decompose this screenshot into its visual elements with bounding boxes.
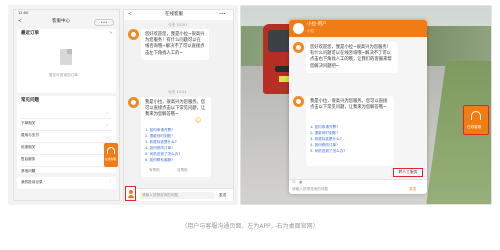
status-bar: 12:00 xyxy=(14,10,119,17)
smile-icon[interactable]: ☺ xyxy=(292,180,296,185)
faq-item[interactable]: 优惠相关 › xyxy=(21,133,112,149)
floating-service-button[interactable]: 在线客服 xyxy=(104,143,118,167)
empty-orders-icon-fold xyxy=(67,49,72,54)
phone-online-chat: < 在线客服 ••• 今天 10:20 您好欢迎您，我是小拉~很高兴为您服务！有… xyxy=(123,9,234,201)
chevron-right-icon: › xyxy=(109,179,111,185)
greeting-bubble: 您好欢迎您，我是小拉~很高兴为您服务！有什么问题可以在线咨询哦~解决不了可以直接… xyxy=(141,29,209,60)
faq-bubble: 我是小拉，很高兴为您服务。您可以直接点击以下常见问题，让我来为您解答哦~ ☺ 1… xyxy=(141,97,211,177)
phone-customer-center: 12:00 < 客服中心 ••• 最近订单 > 暂无可咨询的订单 常见问题 下单… xyxy=(13,9,120,201)
helpful-yes-button[interactable]: 有帮助 xyxy=(149,168,160,173)
timestamp: 今天 10:21 xyxy=(168,90,187,94)
side-service-button[interactable]: 在线客服 xyxy=(463,105,489,135)
chat-input-area: ☺ ▣ 请输入您想咨询的问题 发送 xyxy=(289,179,427,194)
chat-window-header: 小拉-用户 小拉 xyxy=(289,20,427,37)
faq-card: 常见问题 下单相关› 费用与支付› 优惠相关› 售后服务› 其他问题› xyxy=(17,96,116,173)
bot-avatar-icon xyxy=(293,23,304,34)
faq-link[interactable]: 1. 如何申请开票? xyxy=(145,128,173,133)
chat-window: 小拉-用户 小拉 您好欢迎您，我是小拉~很高兴为您服务！有什么问题可以在线咨询哦… xyxy=(289,20,427,194)
recent-orders-label: 最近订单 xyxy=(21,31,39,36)
helpful-no-button[interactable]: 没帮助 xyxy=(177,168,188,173)
image-icon[interactable]: ▣ xyxy=(299,180,302,185)
complaint-record-row[interactable]: 我的投诉记录 › xyxy=(17,177,116,189)
person-icon xyxy=(129,190,133,194)
human-service-button[interactable] xyxy=(125,186,136,201)
faq-link[interactable]: 5. 司机迟到了怎么办? xyxy=(310,149,345,154)
chat-nav-bar: < 在线客服 ••• xyxy=(124,10,233,20)
faq-item[interactable]: 下单相关 › xyxy=(21,109,112,125)
side-service-label: 在线客服 xyxy=(467,125,482,129)
faq-link[interactable]: 3. 收费标准是什么? xyxy=(310,137,342,142)
back-icon[interactable]: < xyxy=(18,19,22,25)
figure-caption: （用户与客服沟通页面，左为APP，右为桌面官网） xyxy=(181,223,319,230)
headset-icon xyxy=(471,111,481,120)
more-icon[interactable]: ••• xyxy=(219,12,225,17)
bot-avatar-icon xyxy=(293,96,304,107)
faq-link[interactable]: 4. 如何修改订单? xyxy=(145,146,173,151)
faq-link[interactable]: 5. 司机迟到了怎么办? xyxy=(145,152,180,157)
chevron-right-icon: › xyxy=(106,135,108,141)
chat-input[interactable]: 请输入您想咨询的问题 xyxy=(292,187,328,192)
person-icon-body xyxy=(128,195,134,198)
faq-item[interactable]: 其他问题› xyxy=(21,157,112,173)
human-service-button[interactable]: 转人工服务 xyxy=(393,168,423,177)
faq-item-label: 其他问题 xyxy=(21,169,36,173)
send-button[interactable]: 发送 xyxy=(409,187,416,192)
nav-bar: < 客服中心 ••• xyxy=(14,18,119,27)
recent-orders-card: 最近订单 > 暂无可咨询的订单 xyxy=(17,29,116,93)
smile-icon: ☺ xyxy=(195,117,202,124)
chevron-right-icon: › xyxy=(106,111,108,117)
desktop-website-panel: 小拉-用户 小拉 您好欢迎您，我是小拉~很高兴为您服务！有什么问题可以在线咨询哦… xyxy=(240,5,492,205)
faq-link[interactable]: 1. 如何申请开票? xyxy=(310,125,338,130)
bot-avatar-icon xyxy=(128,29,139,40)
bot-avatar-icon xyxy=(128,97,139,108)
page-title: 客服中心 xyxy=(52,19,70,24)
recent-orders-more[interactable]: > xyxy=(109,31,113,37)
timestamp: 今天 10:20 xyxy=(168,23,187,27)
empty-orders-text: 暂无可咨询的订单 xyxy=(49,73,78,77)
back-icon[interactable]: < xyxy=(128,12,132,18)
status-time: 12:00 xyxy=(18,11,29,15)
faq-link[interactable]: 2. 退款何时到账? xyxy=(310,131,338,136)
chat-header-sub: 小拉 xyxy=(307,29,315,33)
complaint-record-label: 我的投诉记录 xyxy=(21,180,43,184)
faq-link[interactable]: 2. 退款何时到账? xyxy=(145,134,173,139)
chevron-right-icon: › xyxy=(106,123,108,129)
chat-input[interactable]: 请输入您想咨询的问题 xyxy=(139,192,215,199)
chat-input-bar: 请输入您想咨询的问题 发送 xyxy=(124,186,233,201)
headset-icon xyxy=(107,147,115,154)
faq-link[interactable]: 3. 收费标准是什么? xyxy=(145,140,177,145)
chat-input-placeholder: 请输入您想咨询的问题 xyxy=(142,193,178,197)
bot-avatar-icon xyxy=(293,42,304,53)
chat-title: 在线客服 xyxy=(165,12,183,17)
send-button[interactable]: 发送 xyxy=(219,193,226,198)
faq-intro-text: 我是小拉，很高兴为您服务。您可以直接点击以下常见问题，让我来为您解答哦~ xyxy=(145,100,206,118)
greeting-bubble: 您好欢迎您，我是小拉~很高兴为您服务！有什么问题可以在线咨询哦~解决不了可以点击… xyxy=(306,42,398,73)
faq-item[interactable]: 费用与支付 › xyxy=(21,121,112,137)
capsule-menu-icon[interactable]: ••• xyxy=(94,19,114,26)
faq-bubble: 我是小拉，很高兴为您服务。您可以直接点击以下常见问题，让我来为您解答哦~ 1. … xyxy=(306,96,394,166)
faq-item[interactable]: 售后服务› xyxy=(21,145,112,161)
chat-header-name: 小拉-用户 xyxy=(307,22,327,27)
floating-service-label: 在线客服 xyxy=(105,157,117,161)
faq-intro-text: 我是小拉，很高兴为您服务。您可以直接点击以下常见问题，让我来为您解答哦~ xyxy=(310,99,388,111)
faq-title: 常见问题 xyxy=(21,98,39,103)
faq-link[interactable]: 4. 如何修改订单? xyxy=(310,143,338,148)
faq-link[interactable]: 6. 如何联系客服? xyxy=(145,158,173,163)
